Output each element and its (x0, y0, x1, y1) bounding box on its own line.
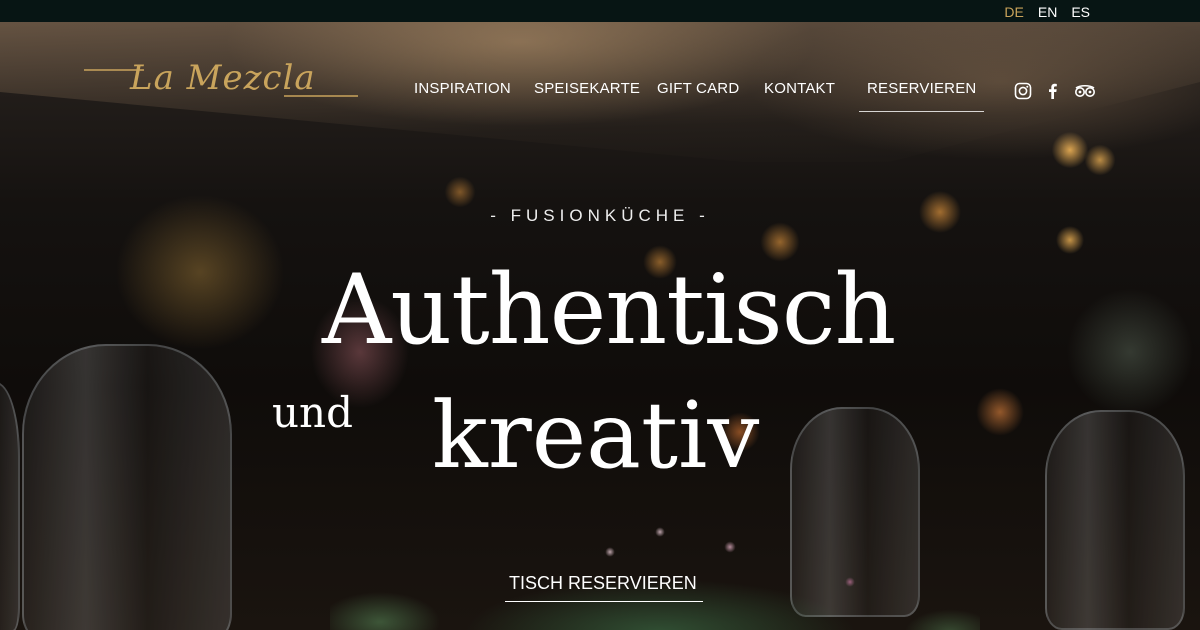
nav-gift-card[interactable]: GIFT CARD (657, 80, 739, 97)
instagram-icon[interactable] (1014, 82, 1034, 100)
lang-es[interactable]: ES (1071, 4, 1090, 20)
nav-kontakt[interactable]: KONTAKT (764, 80, 835, 97)
hero-kicker: - FUSIONKÜCHE - (490, 206, 710, 225)
flower-arrangement (330, 492, 980, 630)
nav-reservieren[interactable]: RESERVIEREN (858, 80, 985, 112)
logo[interactable]: La Mezcla (84, 52, 360, 108)
nav-inspiration[interactable]: INSPIRATION (414, 80, 511, 97)
lang-en[interactable]: EN (1038, 4, 1057, 20)
social-links (1014, 82, 1096, 100)
hero-headline-small: und (272, 388, 353, 437)
facebook-icon[interactable] (1044, 82, 1064, 100)
nav-speisekarte[interactable]: SPEISEKARTE (534, 80, 640, 97)
language-bar: DE EN ES (0, 0, 1200, 22)
wine-glass (1045, 410, 1185, 630)
hero-headline: Authentisch (322, 254, 896, 366)
wine-glass (0, 382, 20, 630)
hero-headline-line2: kreativ (432, 382, 760, 489)
tripadvisor-icon[interactable] (1074, 82, 1096, 100)
lang-de[interactable]: DE (1004, 4, 1023, 20)
logo-text: La Mezcla (130, 58, 316, 98)
language-switcher: DE EN ES (1004, 4, 1090, 20)
wine-glass (22, 344, 232, 630)
reserve-table-button[interactable]: TISCH RESERVIEREN (505, 573, 703, 602)
